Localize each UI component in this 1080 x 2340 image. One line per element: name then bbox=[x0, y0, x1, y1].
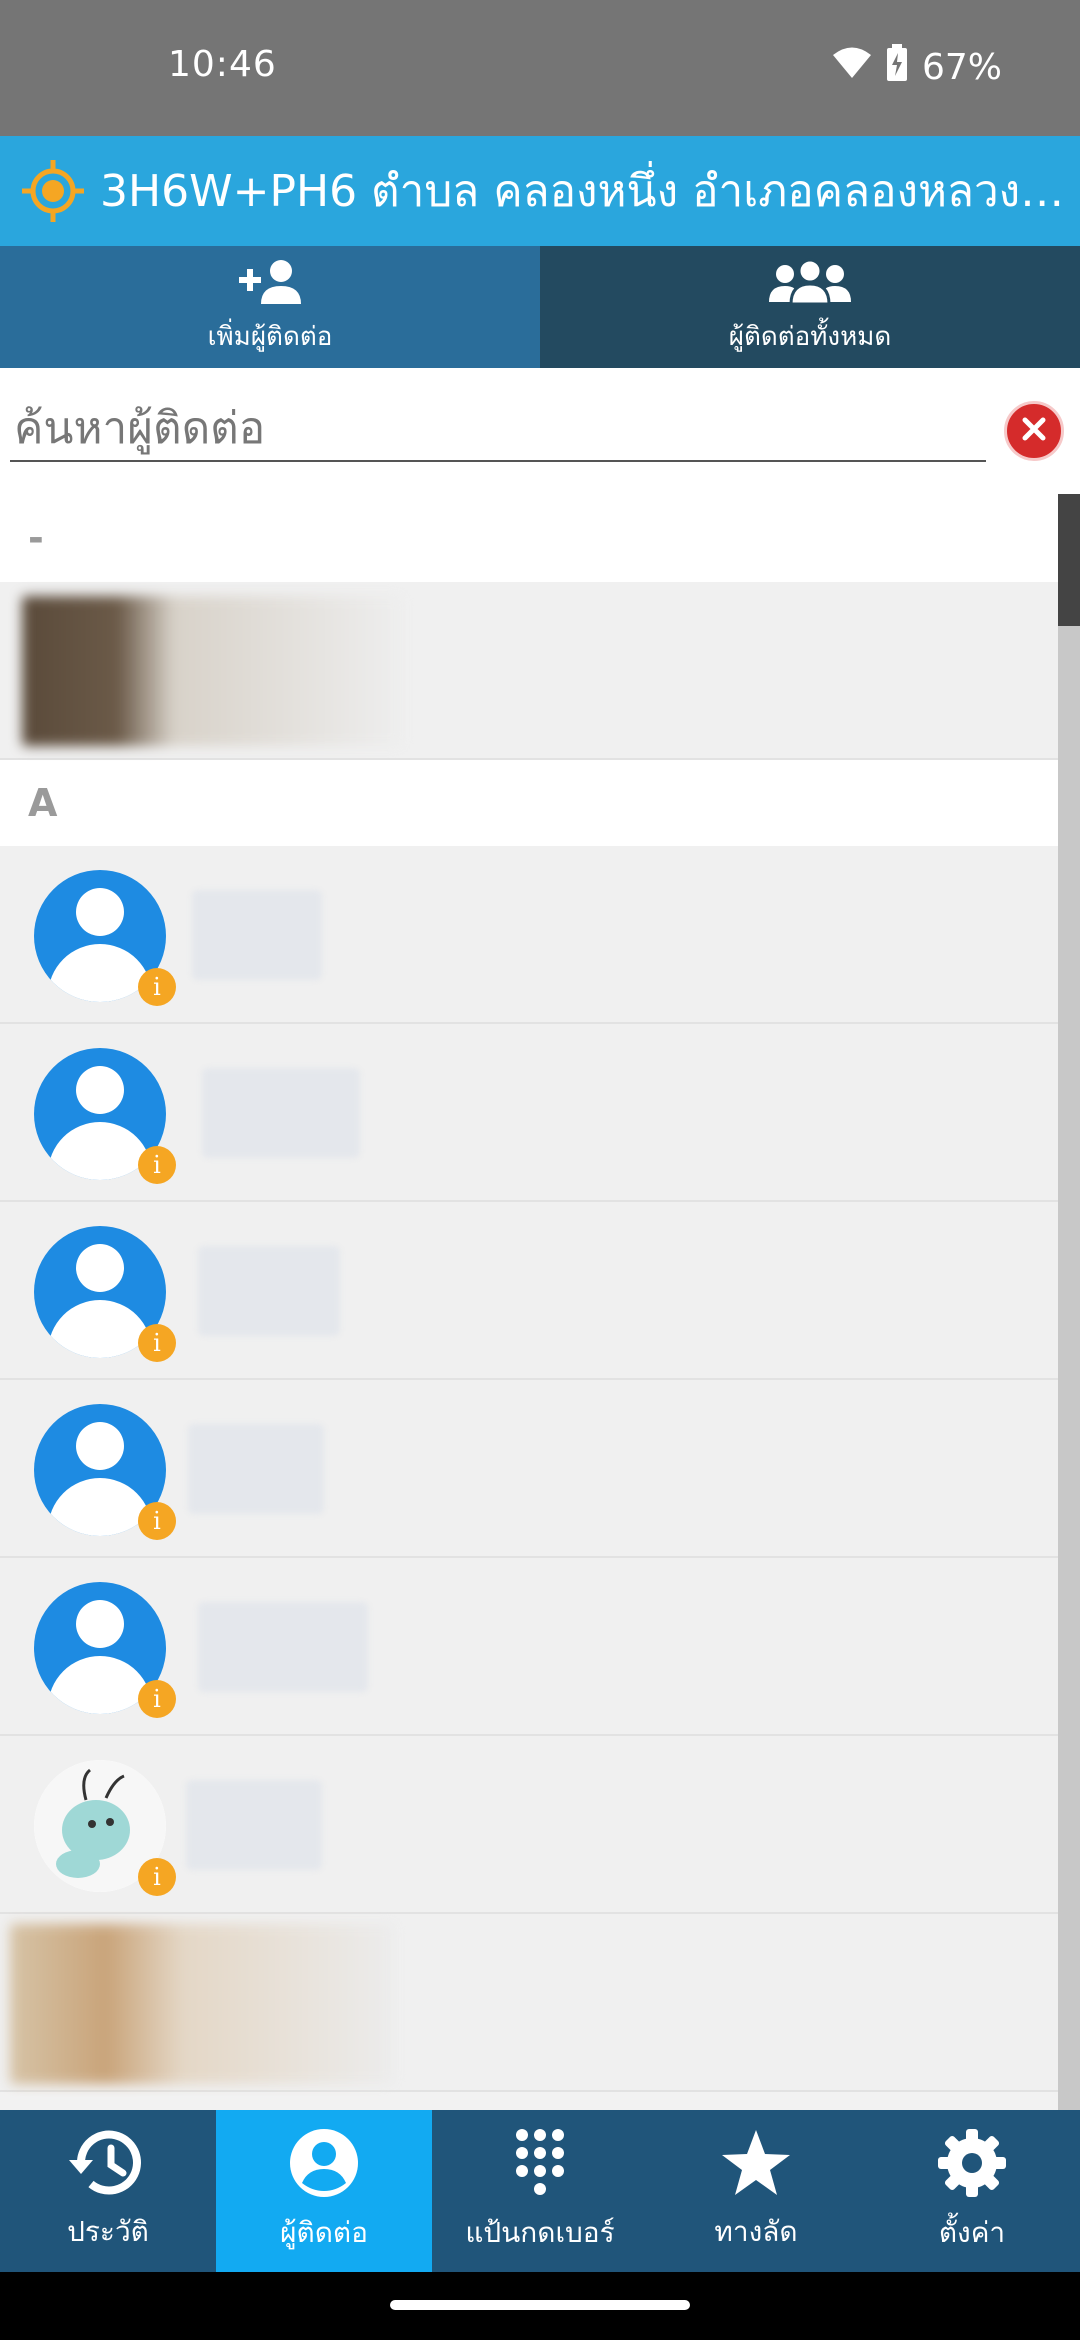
contact-list[interactable]: - A i i i i i i bbox=[0, 494, 1060, 2110]
clear-search-button[interactable] bbox=[1004, 401, 1064, 461]
battery-charging-icon bbox=[886, 44, 908, 91]
status-indicators: 67% bbox=[832, 44, 1002, 91]
info-badge-icon[interactable]: i bbox=[138, 1680, 176, 1718]
contact-photo bbox=[22, 596, 402, 746]
bottom-nav: ประวัติ ผู้ติดต่อ แป้นกดเบอร์ ทางลัด ตั้… bbox=[0, 2110, 1080, 2272]
nav-history[interactable]: ประวัติ bbox=[0, 2110, 216, 2272]
info-badge-icon[interactable]: i bbox=[138, 1324, 176, 1362]
location-bar[interactable]: 3H6W+PH6 ตำบล คลองหนึ่ง อำเภอคลองหลวง จั… bbox=[0, 136, 1080, 246]
info-badge-icon[interactable]: i bbox=[138, 1858, 176, 1896]
tab-all-contacts-label: ผู้ติดต่อทั้งหมด bbox=[728, 321, 892, 352]
contact-name bbox=[202, 1068, 360, 1158]
account-circle-icon bbox=[288, 2127, 360, 2203]
contact-row[interactable]: i bbox=[0, 1736, 1060, 1914]
add-person-icon bbox=[237, 258, 303, 310]
status-bar: 10:46 67% bbox=[0, 0, 1080, 136]
search-area bbox=[0, 368, 1080, 494]
tab-add-contact-label: เพิ่มผู้ติดต่อ bbox=[207, 321, 333, 352]
gesture-bar bbox=[0, 2272, 1080, 2340]
history-icon bbox=[67, 2128, 149, 2202]
contact-row[interactable] bbox=[0, 1914, 1060, 2092]
section-header-dash: - bbox=[0, 494, 1060, 582]
close-icon bbox=[1021, 416, 1047, 446]
nav-dialpad[interactable]: แป้นกดเบอร์ bbox=[432, 2110, 648, 2272]
gps-target-icon bbox=[22, 160, 84, 222]
contact-name bbox=[188, 1424, 324, 1514]
nav-history-label: ประวัติ bbox=[67, 2215, 149, 2248]
gear-icon bbox=[936, 2127, 1008, 2203]
contact-name bbox=[198, 1602, 368, 1692]
location-address: 3H6W+PH6 ตำบล คลองหนึ่ง อำเภอคลองหลวง จั… bbox=[100, 166, 1070, 217]
contact-name bbox=[192, 890, 322, 980]
info-badge-icon[interactable]: i bbox=[138, 1146, 176, 1184]
contact-row[interactable]: i bbox=[0, 1202, 1060, 1380]
tab-all-contacts[interactable]: ผู้ติดต่อทั้งหมด bbox=[540, 246, 1080, 368]
home-gesture-handle[interactable] bbox=[390, 2300, 690, 2310]
contact-name bbox=[186, 1780, 322, 1870]
scrollbar-track[interactable] bbox=[1058, 494, 1080, 2110]
tab-add-contact[interactable]: เพิ่มผู้ติดต่อ bbox=[0, 246, 540, 368]
nav-shortcuts[interactable]: ทางลัด bbox=[648, 2110, 864, 2272]
contact-row[interactable]: i bbox=[0, 846, 1060, 1024]
contact-name bbox=[198, 1246, 340, 1336]
contact-photo bbox=[10, 1924, 394, 2084]
dialpad-icon bbox=[514, 2127, 566, 2203]
nav-shortcuts-label: ทางลัด bbox=[714, 2215, 798, 2248]
nav-settings[interactable]: ตั้งค่า bbox=[864, 2110, 1080, 2272]
nav-dialpad-label: แป้นกดเบอร์ bbox=[465, 2216, 615, 2249]
contact-tabs: เพิ่มผู้ติดต่อ ผู้ติดต่อทั้งหมด bbox=[0, 246, 1080, 368]
contact-row[interactable]: i bbox=[0, 1558, 1060, 1736]
nav-contacts-label: ผู้ติดต่อ bbox=[280, 2216, 368, 2249]
search-contacts-input[interactable] bbox=[10, 396, 986, 462]
nav-contacts[interactable]: ผู้ติดต่อ bbox=[216, 2110, 432, 2272]
wifi-icon bbox=[832, 46, 872, 89]
scrollbar-thumb[interactable] bbox=[1058, 494, 1080, 626]
contact-row[interactable]: i bbox=[0, 1380, 1060, 1558]
nav-settings-label: ตั้งค่า bbox=[938, 2216, 1006, 2249]
status-time: 10:46 bbox=[168, 44, 277, 85]
contact-row[interactable] bbox=[0, 582, 1060, 760]
star-icon bbox=[720, 2128, 792, 2202]
contact-row[interactable]: i bbox=[0, 1024, 1060, 1202]
group-icon bbox=[767, 258, 853, 310]
info-badge-icon[interactable]: i bbox=[138, 1502, 176, 1540]
section-header-a: A bbox=[0, 760, 1060, 846]
info-badge-icon[interactable]: i bbox=[138, 968, 176, 1006]
battery-percent: 67% bbox=[921, 47, 1002, 88]
